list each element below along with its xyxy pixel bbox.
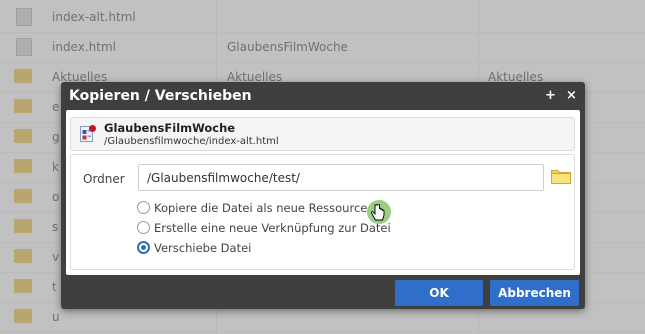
maximize-icon[interactable]: + — [545, 88, 556, 103]
html-page-icon — [80, 125, 96, 142]
radio-label: Kopiere die Datei als neue Ressource — [154, 201, 368, 215]
resource-path: /Glaubensfilmwoche/index-alt.html — [104, 136, 279, 147]
radio-button[interactable] — [137, 201, 150, 214]
radio-move[interactable]: Verschiebe Datei — [137, 241, 251, 255]
resource-info: GlaubensFilmWoche /Glaubensfilmwoche/ind… — [70, 117, 575, 151]
resource-title: GlaubensFilmWoche — [104, 121, 236, 135]
radio-label: Verschiebe Datei — [154, 241, 252, 255]
radio-button-selected[interactable] — [137, 241, 150, 254]
close-icon[interactable]: × — [566, 88, 577, 103]
folder-browse-icon[interactable] — [551, 168, 571, 184]
radio-link[interactable]: Erstelle eine neue Verknüpfung zur Datei — [137, 221, 391, 235]
dialog-body: GlaubensFilmWoche /Glaubensfilmwoche/ind… — [66, 110, 580, 275]
cancel-button[interactable]: Abbrechen — [490, 280, 579, 306]
folder-label: Ordner — [83, 172, 125, 186]
dialog-title: Kopieren / Verschieben — [69, 88, 252, 104]
radio-label: Erstelle eine neue Verknüpfung zur Datei — [154, 221, 391, 235]
folder-input[interactable] — [138, 164, 544, 191]
radio-button[interactable] — [137, 221, 150, 234]
hand-cursor-icon — [370, 204, 385, 221]
move-options: Ordner Kopiere die Datei als neue Ressou… — [70, 154, 575, 270]
radio-copy[interactable]: Kopiere die Datei als neue Ressource — [137, 201, 367, 215]
copy-move-dialog: Kopieren / Verschieben + × GlaubensFilmW… — [61, 82, 585, 309]
ok-button[interactable]: OK — [395, 280, 483, 306]
